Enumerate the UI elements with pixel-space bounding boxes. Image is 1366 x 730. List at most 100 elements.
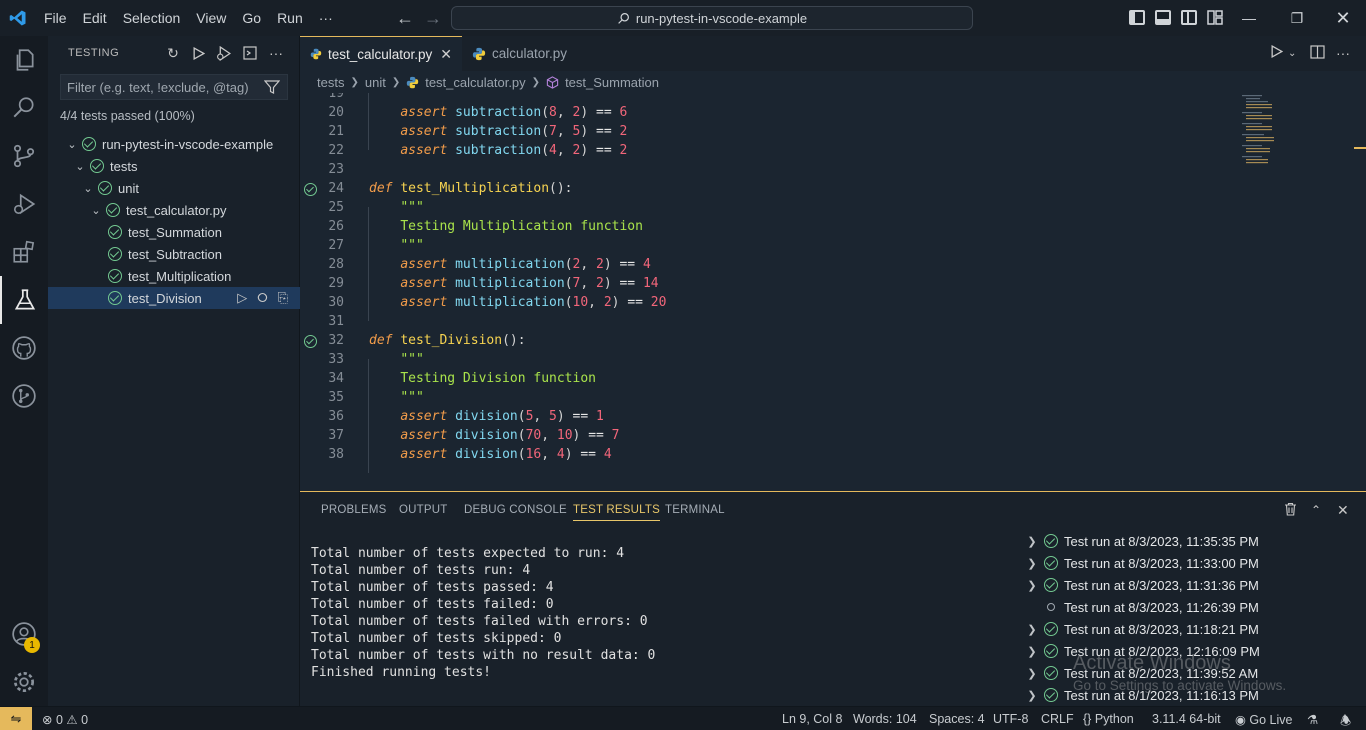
back-arrow-icon[interactable]: ← [396, 8, 414, 29]
end-of-line[interactable]: CRLF [1041, 712, 1074, 726]
indentation[interactable]: Spaces: 4 [929, 712, 985, 726]
run-python-file-icon[interactable] [1270, 44, 1284, 61]
filter-icon[interactable] [264, 80, 280, 94]
breadcrumb-file[interactable]: test_calculator.py [425, 75, 525, 90]
more-actions-icon[interactable]: ··· [267, 44, 285, 62]
tab-calculator[interactable]: calculator.py [462, 36, 592, 71]
tab-terminal[interactable]: TERMINAL [665, 504, 725, 516]
extensions-icon[interactable] [0, 228, 48, 276]
forward-arrow-icon[interactable]: → [424, 8, 442, 29]
chevron-right-icon[interactable]: ❯ [1024, 535, 1040, 548]
chevron-right-icon[interactable]: ❯ [1024, 623, 1040, 636]
tree-item-test-calculator-py[interactable]: ⌄ test_calculator.py [48, 199, 300, 221]
run-tests-icon[interactable] [189, 44, 207, 62]
menu-file[interactable]: File [36, 0, 75, 36]
source-control-icon[interactable] [0, 132, 48, 180]
debug-test-icon[interactable]: ⭘ [257, 290, 267, 306]
chevron-right-icon[interactable]: ❯ [1024, 667, 1040, 680]
run-and-debug-icon[interactable] [0, 180, 48, 228]
tab-output[interactable]: OUTPUT [399, 504, 447, 516]
minimize-button[interactable]: — [1226, 0, 1272, 36]
run-test-icon[interactable]: ▷ [237, 290, 247, 306]
language-mode[interactable]: {} Python [1083, 712, 1134, 726]
close-window-button[interactable]: ✕ [1320, 0, 1366, 36]
accounts-icon[interactable]: 1 [0, 610, 48, 658]
tree-item-label: test_Subtraction [128, 246, 222, 262]
manage-gear-icon[interactable] [0, 658, 48, 706]
chevron-right-icon[interactable]: ❯ [1024, 689, 1040, 702]
chevron-down-icon[interactable]: ⌄ [82, 182, 94, 195]
customize-layout-icon[interactable] [1207, 10, 1223, 25]
search-icon[interactable] [0, 84, 48, 132]
encoding[interactable]: UTF-8 [993, 712, 1028, 726]
chevron-down-icon[interactable]: ⌄ [74, 160, 86, 173]
maximize-panel-icon[interactable]: ⌃ [1311, 503, 1321, 517]
toggle-primary-sidebar-icon[interactable] [1129, 10, 1145, 25]
editor-more-actions-icon[interactable]: ··· [1336, 45, 1350, 61]
testing-icon[interactable] [0, 276, 48, 324]
menu-run[interactable]: Run [269, 0, 311, 36]
go-live-button[interactable]: ◉ Go Live [1235, 712, 1293, 727]
chevron-right-icon[interactable]: ❯ [1024, 645, 1040, 658]
tab-test-calculator[interactable]: test_calculator.py ✕ [300, 36, 462, 71]
test-run-item[interactable]: ❯ Test run at 8/3/2023, 11:18:21 PM [1024, 618, 1259, 640]
menu-selection[interactable]: Selection [115, 0, 189, 36]
tree-item-run-pytest-in-vscode-example[interactable]: ⌄ run-pytest-in-vscode-example [48, 133, 300, 155]
remote-indicator-icon[interactable]: ⇋ [0, 707, 32, 730]
breadcrumb-symbol[interactable]: test_Summation [565, 75, 659, 90]
toggle-panel-icon[interactable] [1155, 10, 1171, 25]
problems-status[interactable]: ⊗ 0 ⚠ 0 [42, 712, 88, 727]
tree-item-unit[interactable]: ⌄ unit [48, 177, 300, 199]
toggle-secondary-sidebar-icon[interactable] [1181, 10, 1197, 25]
go-to-test-icon[interactable]: ⎘ [278, 290, 288, 306]
tab-test-results[interactable]: TEST RESULTS [573, 504, 660, 521]
test-run-item[interactable]: ❯ Test run at 8/3/2023, 11:31:36 PM [1024, 574, 1259, 596]
tab-problems[interactable]: PROBLEMS [321, 504, 387, 516]
test-passed-icon [1044, 688, 1058, 702]
breadcrumb-folder-tests[interactable]: tests [317, 75, 344, 90]
python-interpreter[interactable]: 3.11.4 64-bit [1152, 712, 1221, 726]
breadcrumb-folder-unit[interactable]: unit [365, 75, 386, 90]
git-graph-icon[interactable] [0, 372, 48, 420]
test-run-item[interactable]: ❯ Test run at 8/3/2023, 11:33:00 PM [1024, 552, 1259, 574]
chevron-down-icon[interactable]: ⌄ [66, 138, 78, 151]
close-tab-icon[interactable]: ✕ [440, 46, 452, 63]
debug-tests-icon[interactable] [214, 44, 232, 62]
run-options-chevron-icon[interactable]: ⌄ [1288, 48, 1296, 59]
cursor-position[interactable]: Ln 9, Col 8 [782, 712, 842, 726]
feedback-icon[interactable]: ⚗ [1307, 712, 1318, 727]
split-editor-icon[interactable] [1310, 45, 1325, 62]
code-token: == [588, 428, 604, 443]
tree-item-tests[interactable]: ⌄ tests [48, 155, 300, 177]
close-panel-icon[interactable]: ✕ [1337, 502, 1349, 519]
test-run-item[interactable]: Test run at 8/3/2023, 11:26:39 PM [1024, 596, 1259, 618]
refresh-tests-icon[interactable]: ↻ [164, 44, 182, 62]
restore-button[interactable]: ❐ [1274, 0, 1320, 36]
show-output-icon[interactable] [241, 44, 259, 62]
tree-item-test-subtraction[interactable]: test_Subtraction [48, 243, 300, 265]
chevron-down-icon[interactable]: ⌄ [90, 204, 102, 217]
menu-view[interactable]: View [188, 0, 234, 36]
test-filter-input[interactable] [60, 74, 288, 100]
command-center-search[interactable]: run-pytest-in-vscode-example [451, 6, 973, 30]
tree-item-test-summation[interactable]: test_Summation [48, 221, 300, 243]
tree-item-test-multiplication[interactable]: test_Multiplication [48, 265, 300, 287]
test-run-item[interactable]: ❯ Test run at 8/3/2023, 11:35:35 PM [1024, 530, 1259, 552]
menu-edit[interactable]: Edit [75, 0, 115, 36]
chevron-right-icon[interactable]: ❯ [1024, 579, 1040, 592]
chevron-right-icon[interactable]: ❯ [1024, 557, 1040, 570]
tree-item-test-division[interactable]: test_Division ▷ ⭘ ⎘ [48, 287, 300, 309]
code-editor[interactable]: 19 20 assert subtraction(8, 2) == 6 21 ass… [300, 93, 1366, 491]
notifications-bell-icon[interactable]: 🕭 [1340, 712, 1351, 730]
code-token: assert [400, 276, 448, 291]
code-token: ) [603, 276, 620, 291]
github-icon[interactable] [0, 324, 48, 372]
clear-results-trash-icon[interactable] [1284, 502, 1297, 519]
menu-go[interactable]: Go [234, 0, 269, 36]
tab-debug-console[interactable]: DEBUG CONSOLE [464, 504, 567, 516]
explorer-icon[interactable] [0, 36, 48, 84]
menu-more[interactable]: ··· [311, 0, 341, 36]
error-icon: ⊗ [42, 713, 53, 727]
